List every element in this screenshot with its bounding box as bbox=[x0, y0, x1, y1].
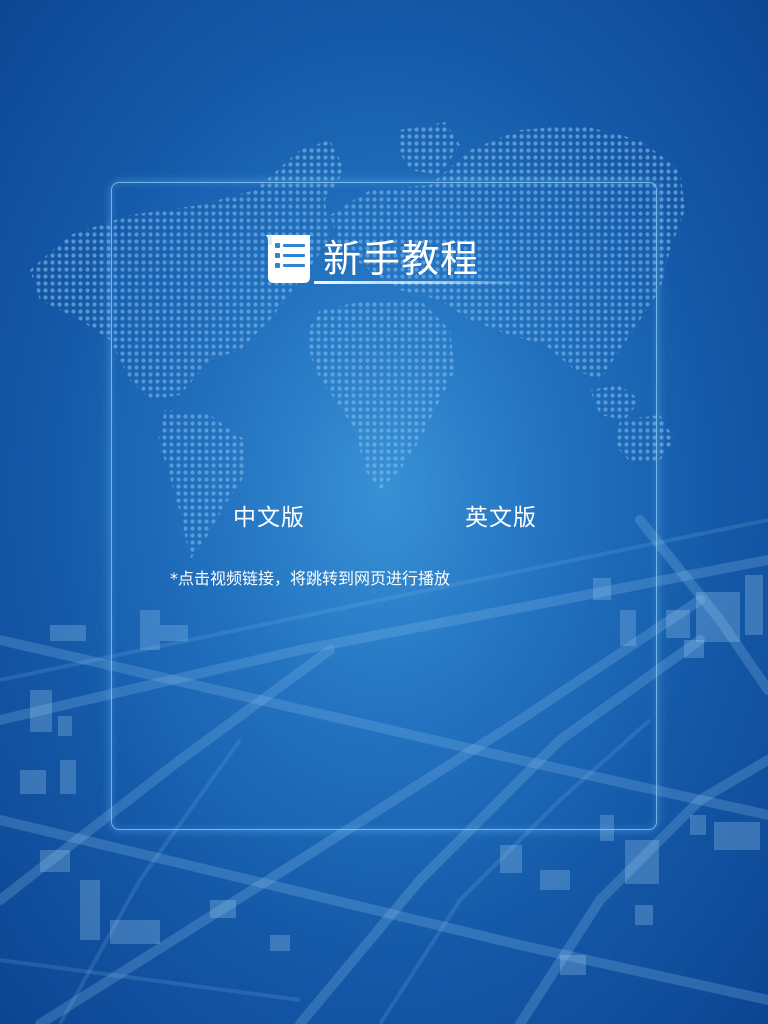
video-link-note: *点击视频链接，将跳转到网页进行播放 bbox=[170, 569, 451, 588]
page-title: 新手教程 bbox=[323, 237, 480, 281]
english-version-link[interactable]: 英文版 bbox=[465, 500, 537, 536]
chinese-version-link[interactable]: 中文版 bbox=[233, 500, 305, 536]
title-group: 新手教程 bbox=[262, 231, 532, 291]
tutorial-screen: 新手教程 中文版 英文版 *点击视频链接，将跳转到网页进行播放 bbox=[0, 0, 768, 1024]
list-scroll-icon bbox=[264, 235, 310, 283]
title-underline bbox=[314, 281, 532, 284]
